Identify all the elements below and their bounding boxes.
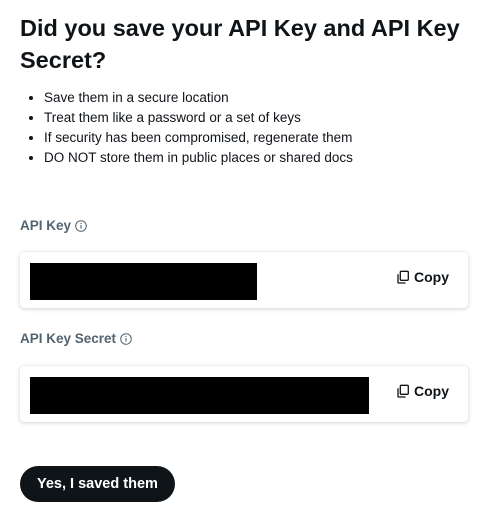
api-key-secret-label-row: API Key Secret	[20, 331, 132, 346]
dialog-title: Did you save your API Key and API Key Se…	[20, 15, 460, 73]
api-key-secret-label: API Key Secret	[20, 331, 117, 346]
api-key-value-redacted	[30, 263, 257, 300]
copy-label: Copy	[414, 269, 449, 285]
tips-list: Save them in a secure location Treat the…	[24, 88, 353, 168]
confirm-saved-button[interactable]: Yes, I saved them	[20, 466, 175, 502]
copy-api-key-secret-button[interactable]: Copy	[396, 383, 449, 399]
api-key-box: Copy	[20, 252, 468, 308]
tip-item: Save them in a secure location	[44, 88, 353, 108]
info-icon[interactable]	[120, 332, 132, 345]
api-key-label-row: API Key	[20, 218, 87, 233]
tip-item: Treat them like a password or a set of k…	[44, 108, 353, 128]
tip-item: If security has been compromised, regene…	[44, 128, 353, 148]
copy-icon	[396, 270, 410, 284]
copy-label: Copy	[414, 383, 449, 399]
tip-item: DO NOT store them in public places or sh…	[44, 148, 353, 168]
api-key-secret-box: Copy	[20, 366, 468, 422]
api-keys-dialog: Did you save your API Key and API Key Se…	[0, 0, 484, 516]
api-key-secret-value-redacted	[30, 377, 369, 414]
info-icon[interactable]	[75, 219, 87, 232]
api-key-label: API Key	[20, 218, 72, 233]
copy-api-key-button[interactable]: Copy	[396, 269, 449, 285]
copy-icon	[396, 384, 410, 398]
